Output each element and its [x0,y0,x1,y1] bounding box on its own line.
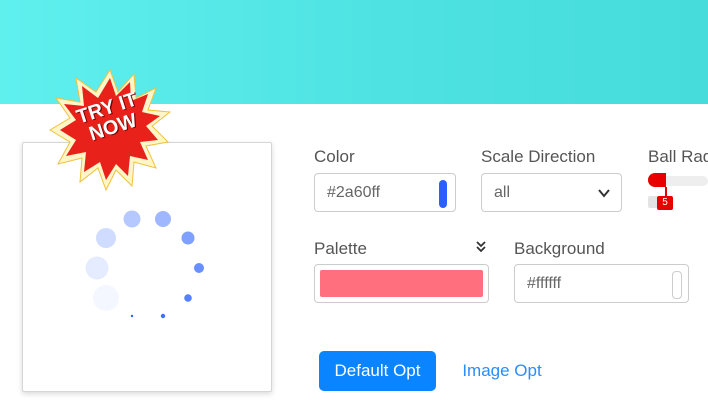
palette-picker[interactable] [314,264,489,303]
default-opt-button[interactable]: Default Opt [319,351,436,391]
ball-radius-value[interactable]: 5 [657,196,673,210]
color-value: #2a60ff [327,184,381,201]
double-chevron-down-icon[interactable] [474,240,488,254]
color-swatch[interactable] [439,180,447,208]
color-input[interactable]: #2a60ff [314,173,456,212]
palette-swatch[interactable] [320,270,483,297]
image-opt-button[interactable]: Image Opt [450,351,554,391]
background-label: Background [514,239,605,258]
background-input[interactable]: #ffffff [514,264,689,303]
ball-radius-label: Ball Rad [648,147,708,166]
ball-radius-slider-fill [648,173,666,187]
palette-label: Palette [314,239,367,258]
background-swatch[interactable] [672,271,682,299]
chevron-down-icon [598,189,610,198]
scale-direction-label: Scale Direction [481,147,596,166]
color-label: Color [314,147,355,166]
scale-direction-value: all [494,184,511,201]
background-value: #ffffff [527,275,562,292]
scale-direction-select[interactable]: all [481,173,622,212]
